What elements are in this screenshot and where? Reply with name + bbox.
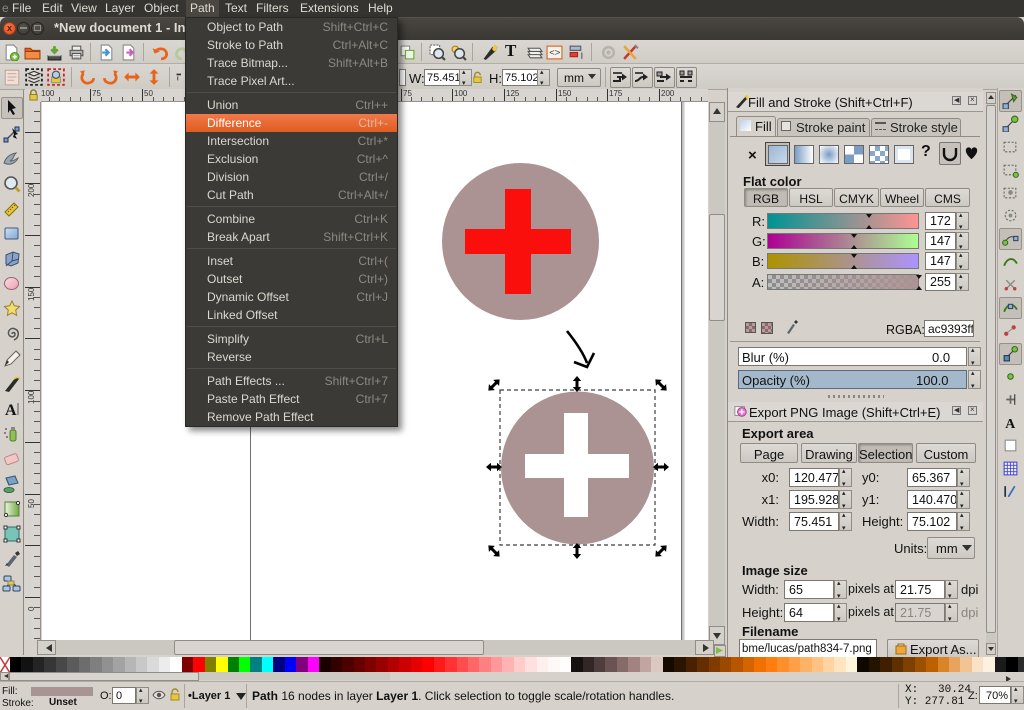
svg-text:<>: <> <box>549 48 561 59</box>
svg-text:A: A <box>5 402 17 419</box>
svg-text:A: A <box>1005 416 1015 431</box>
